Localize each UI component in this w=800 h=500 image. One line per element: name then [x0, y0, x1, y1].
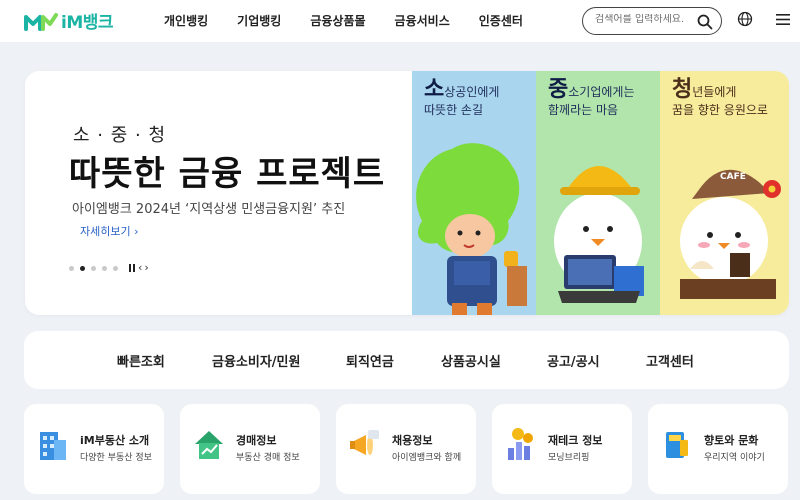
card-local-culture[interactable]: 향토와 문화 우리지역 이야기 [648, 404, 788, 494]
book-icon [666, 432, 688, 458]
cafe-sign: CAFE [720, 172, 746, 182]
carousel-pager: ‹ › [69, 262, 149, 273]
globe-icon[interactable] [737, 11, 753, 27]
card-desc: 부동산 경매 정보 [236, 453, 300, 463]
quick-menu-bar: 빠른조회 금융소비자/민원 퇴직연금 상품공시실 공고/공시 고객센터 [24, 331, 789, 389]
nav-financial-products[interactable]: 금융상품몰 [310, 12, 365, 29]
pager-dot-3[interactable] [91, 265, 96, 271]
card-auction-info[interactable]: 경매정보 부동산 경매 정보 [180, 404, 320, 494]
main-nav: 개인뱅킹 기업뱅킹 금융상품몰 금융서비스 인증센터 [164, 12, 552, 29]
card-im-real-estate[interactable]: iM부동산 소개 다양한 부동산 정보 [24, 404, 164, 494]
card-title: iM부동산 소개 [80, 434, 150, 447]
prev-arrow-icon[interactable]: ‹ [138, 262, 142, 273]
quick-menu-consumer-complaints[interactable]: 금융소비자/민원 [212, 351, 300, 370]
card-title: 향토와 문화 [704, 434, 759, 447]
card-recruitment-info[interactable]: 채용정보 아이엠뱅크와 함께 [336, 404, 476, 494]
quick-menu-announcements[interactable]: 공고/공시 [547, 351, 600, 370]
nav-financial-services[interactable]: 금융서비스 [395, 12, 450, 29]
search-box [582, 7, 722, 35]
hero-panel-sme: 중소기업에게는 함께라는 마음 [536, 71, 660, 315]
card-desc: 다양한 부동산 정보 [80, 453, 152, 463]
hero-panel-small-business: 소상공인에게 따뜻한 손길 [412, 71, 536, 315]
hero-more-link[interactable]: 자세히보기 › [80, 223, 139, 239]
hero-title: 따뜻한 금융 프로젝트 [69, 154, 386, 194]
hero-panel-youth: 청년들에게 꿈을 향한 응원으로 CAFE [660, 71, 789, 315]
hero-subtitle: 소 · 중 · 청 [73, 125, 167, 146]
nav-corporate-banking[interactable]: 기업뱅킹 [237, 12, 281, 29]
quick-menu-retirement-pension[interactable]: 퇴직연금 [346, 351, 394, 370]
hamburger-menu-icon[interactable] [776, 13, 790, 26]
pager-dot-4[interactable] [102, 265, 107, 271]
card-title: 재테크 정보 [548, 434, 603, 447]
card-investment-info[interactable]: 재테크 정보 모닝브리핑 [492, 404, 632, 494]
quick-menu-product-disclosure[interactable]: 상품공시실 [441, 351, 501, 370]
hero-banner[interactable]: 소 · 중 · 청 따뜻한 금융 프로젝트 아이엠뱅크 2024년 ‘지역상생 … [25, 71, 789, 315]
card-desc: 모닝브리핑 [548, 453, 590, 463]
next-arrow-icon[interactable]: › [144, 262, 148, 273]
nav-certification-center[interactable]: 인증센터 [479, 12, 523, 29]
green-hair-character-illustration [416, 143, 527, 315]
hardhat-duck-illustration [554, 166, 644, 303]
megaphone-icon [350, 430, 379, 455]
pager-dot-1[interactable] [69, 265, 74, 271]
pager-dot-2[interactable] [80, 265, 85, 271]
logo-text: iM뱅크 [61, 13, 114, 33]
house-chart-icon [195, 431, 223, 459]
card-desc: 우리지역 이야기 [704, 453, 765, 463]
quick-menu-customer-center[interactable]: 고객센터 [646, 351, 694, 370]
card-title: 경매정보 [236, 434, 277, 447]
coins-chart-icon [508, 428, 533, 460]
hero-description: 아이엠뱅크 2024년 ‘지역상생 민생금융지원’ 추진 [72, 202, 346, 217]
quick-menu-fast-inquiry[interactable]: 빠른조회 [117, 351, 165, 370]
building-icon [40, 432, 66, 460]
cafe-duck-illustration [680, 169, 781, 299]
nav-personal-banking[interactable]: 개인뱅킹 [164, 12, 208, 29]
im-bank-logo[interactable]: iM뱅크 [24, 8, 114, 33]
header: iM뱅크 개인뱅킹 기업뱅킹 금융상품몰 금융서비스 인증센터 [0, 0, 800, 42]
card-desc: 아이엠뱅크와 함께 [392, 453, 462, 463]
card-title: 채용정보 [392, 434, 433, 447]
search-input[interactable] [595, 14, 695, 25]
search-icon[interactable] [697, 14, 713, 30]
pager-dot-5[interactable] [113, 265, 118, 271]
im-logo-mark-icon [24, 12, 58, 31]
pause-icon[interactable] [128, 264, 136, 272]
